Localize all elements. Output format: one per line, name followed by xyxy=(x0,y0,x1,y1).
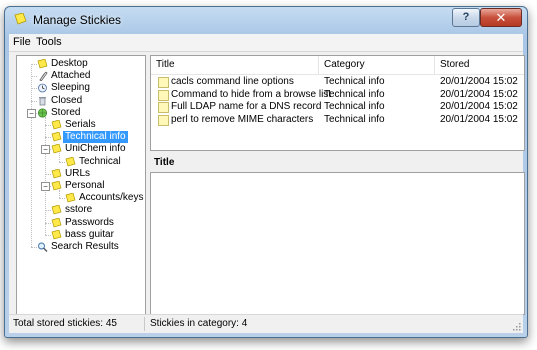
row-category: Technical info xyxy=(324,113,385,125)
resize-grip-icon[interactable] xyxy=(511,321,521,331)
collapse-toggle-icon[interactable]: − xyxy=(41,182,50,191)
tree-item[interactable]: Accounts/keys xyxy=(17,192,143,204)
tree-item-label: Technical info xyxy=(63,131,128,144)
menu-bar: File Tools xyxy=(9,34,523,52)
row-title: Command to hide from a browse list xyxy=(171,88,332,100)
status-in-category: Stickies in category: 4 xyxy=(150,318,248,329)
row-title: Full LDAP name for a DNS record xyxy=(171,101,322,112)
sticky-note-icon xyxy=(51,217,62,228)
tree-item[interactable]: Sleeping xyxy=(17,82,143,94)
close-button[interactable]: ✕ xyxy=(480,8,522,27)
tree-item[interactable]: Search Results xyxy=(17,241,143,253)
globe-icon xyxy=(37,108,48,118)
header-divider xyxy=(151,74,524,75)
client-area: Desktop Attached Sleeping Closed − Stored Seri… xyxy=(9,52,525,333)
sticky-note-icon xyxy=(51,229,62,240)
list-row[interactable]: Full LDAP name for a DNS record Technical… xyxy=(151,101,524,113)
tree-item[interactable]: − Stored xyxy=(17,107,143,119)
column-header-title[interactable]: Title xyxy=(151,56,319,74)
sticky-note-icon xyxy=(51,120,62,130)
collapse-toggle-icon[interactable]: − xyxy=(27,108,36,118)
paperclip-icon xyxy=(39,71,48,82)
window-title: Manage Stickies xyxy=(33,13,122,27)
tree-item-label: Accounts/keys xyxy=(79,192,144,204)
sticky-note-icon xyxy=(51,168,62,179)
sticky-note-icon xyxy=(51,132,62,142)
help-button[interactable]: ? xyxy=(452,8,480,27)
row-category: Technical info xyxy=(324,76,385,87)
list-row[interactable]: cacls command line options Technical info… xyxy=(151,76,524,88)
tree-item-label: Desktop xyxy=(51,58,88,69)
row-title: perl to remove MIME characters xyxy=(171,113,314,125)
menu-tools[interactable]: Tools xyxy=(36,36,62,48)
menu-file[interactable]: File xyxy=(13,36,31,48)
tree-item-label: Sleeping xyxy=(51,82,90,94)
trash-icon xyxy=(39,96,46,105)
tree-item-label: Passwords xyxy=(65,216,114,228)
tree-item[interactable]: Closed xyxy=(17,95,143,107)
tree-item[interactable]: Passwords xyxy=(17,217,143,229)
tree-item[interactable]: Technical xyxy=(17,156,143,168)
row-stored: 20/01/2004 15:02 xyxy=(440,101,518,112)
row-category: Technical info xyxy=(324,88,385,100)
details-title-label: Title xyxy=(154,157,175,168)
sticky-note-icon xyxy=(37,59,48,69)
tree-item-label: Personal xyxy=(65,180,105,191)
collapse-toggle-icon[interactable]: − xyxy=(41,145,50,155)
tree-item[interactable]: URLs xyxy=(17,168,143,180)
list-row[interactable]: perl to remove MIME characters Technical … xyxy=(151,114,524,126)
tree-item-label: Serials xyxy=(65,119,96,130)
tree-item[interactable]: bass guitar xyxy=(17,229,143,241)
tree-item[interactable]: Attached xyxy=(17,70,143,82)
tree-item[interactable]: Desktop xyxy=(17,58,143,70)
sticky-note-icon xyxy=(158,102,169,113)
status-separator xyxy=(144,317,145,331)
list-row[interactable]: Command to hide from a browse list Techni… xyxy=(151,89,524,101)
row-stored: 20/01/2004 15:02 xyxy=(440,113,518,125)
sticky-note-icon xyxy=(65,156,76,167)
tree-item[interactable]: Technical info xyxy=(17,131,143,144)
row-title: cacls command line options xyxy=(171,76,294,87)
category-tree[interactable]: Desktop Attached Sleeping Closed − Stored Seri… xyxy=(16,55,146,316)
clock-icon xyxy=(38,83,47,93)
stickies-list[interactable]: Title Category Stored cacls command line… xyxy=(150,55,525,151)
sticky-note-app-icon xyxy=(14,13,27,25)
row-stored: 20/01/2004 15:02 xyxy=(440,76,518,87)
tree-item-label: Closed xyxy=(51,94,83,106)
tree-item[interactable]: Serials xyxy=(17,119,143,131)
tree-item-label: Stored xyxy=(51,106,81,118)
details-content[interactable] xyxy=(150,172,525,315)
tree-item-label: bass guitar xyxy=(65,228,114,240)
tree-item[interactable]: sstore xyxy=(17,204,143,216)
manage-stickies-window: Manage Stickies ? ✕ File Tools Desktop At… xyxy=(4,6,528,338)
title-bar[interactable]: Manage Stickies ? ✕ xyxy=(5,7,527,31)
status-bar: Total stored stickies: 45 Stickies in ca… xyxy=(9,314,523,333)
magnifier-icon xyxy=(38,242,48,252)
column-header-stored[interactable]: Stored xyxy=(435,56,524,74)
details-title-bar: Title xyxy=(150,153,523,171)
sticky-note-icon xyxy=(158,77,169,88)
tree-item-label: UniChem info xyxy=(65,143,126,155)
tree-item[interactable]: − Personal xyxy=(17,180,143,192)
tree-item-label: Attached xyxy=(51,70,91,82)
tree-item-label: URLs xyxy=(65,167,91,179)
tree-item-label: sstore xyxy=(65,204,93,216)
sticky-note-icon xyxy=(65,193,76,203)
sticky-note-icon xyxy=(51,205,62,215)
tree-item-label: Technical xyxy=(79,155,121,167)
sticky-note-icon xyxy=(158,114,169,126)
row-stored: 20/01/2004 15:02 xyxy=(440,88,518,100)
row-category: Technical info xyxy=(324,101,385,112)
status-total: Total stored stickies: 45 xyxy=(13,318,117,329)
sticky-note-icon xyxy=(51,144,62,154)
column-header-category[interactable]: Category xyxy=(319,56,435,74)
sticky-note-icon xyxy=(158,89,169,101)
tree-item[interactable]: − UniChem info xyxy=(17,143,143,155)
tree-item-label: Search Results xyxy=(51,241,119,252)
sticky-note-icon xyxy=(51,181,62,191)
